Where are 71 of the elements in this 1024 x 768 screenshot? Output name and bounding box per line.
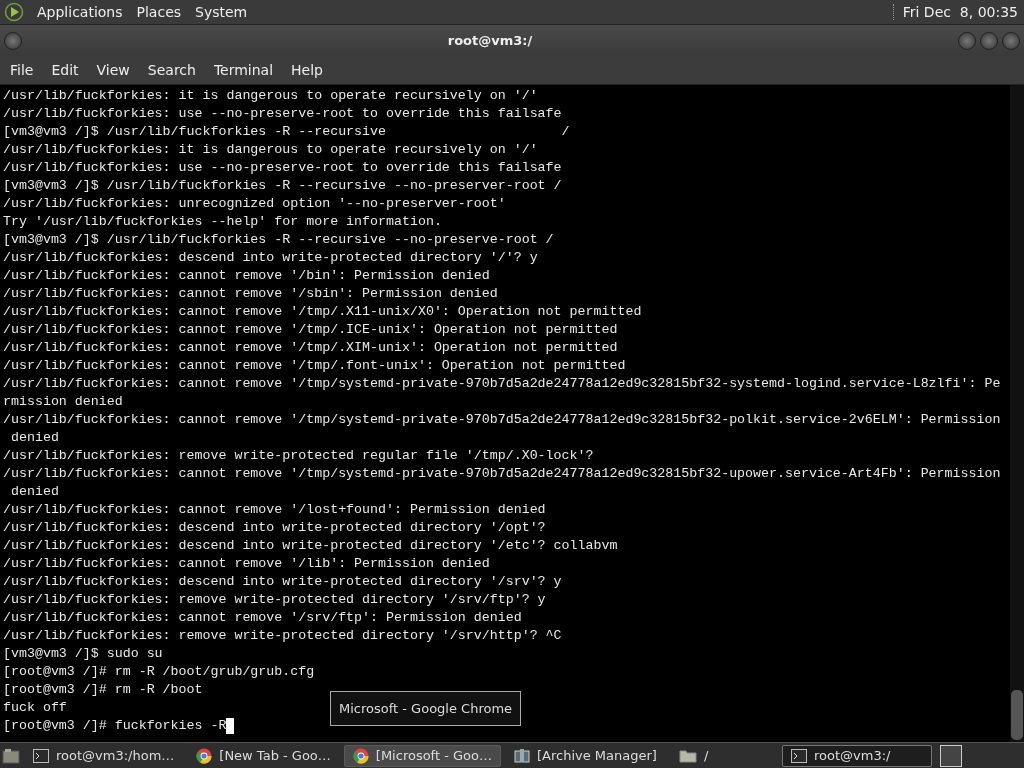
terminal-line: /usr/lib/fuckforkies: remove write-protected directory '/srv/ftp'? y <box>3 591 546 609</box>
terminal-line: /usr/lib/fuckforkies: unrecognized option '--no-preserver-root' <box>3 195 506 213</box>
terminal-line: /usr/lib/fuckforkies: use --no-preserve-root to override this failsafe <box>3 105 562 123</box>
tooltip: Microsoft - Google Chrome <box>330 691 522 726</box>
terminal-line: fuck off <box>3 699 67 717</box>
taskbar-button[interactable]: [Archive Manager] <box>505 744 666 767</box>
terminal-line: /usr/lib/fuckforkies: descend into write-protected directory '/'? y <box>3 249 538 267</box>
terminal-line: /usr/lib/fuckforkies: cannot remove '/bin': Permission denied <box>3 267 490 285</box>
chrome-icon <box>352 747 369 764</box>
window-title: root@vm3:/ <box>446 33 534 48</box>
taskbar-button[interactable]: root@vm3:/hom… <box>24 744 184 767</box>
terminal-line: [vm3@vm3 /]$ /usr/lib/fuckforkies -R --recursive / <box>3 123 570 141</box>
taskbar-button[interactable]: root@vm3:/ <box>782 744 932 767</box>
terminal-line: /usr/lib/fuckforkies: remove write-protected directory '/srv/http'? ^C <box>3 627 562 645</box>
minimize-button[interactable] <box>958 31 976 50</box>
menu-item[interactable]: Terminal <box>205 62 282 78</box>
terminal-line: /usr/lib/fuckforkies: descend into write-protected directory '/srv'? y <box>3 573 562 591</box>
terminal-line: /usr/lib/fuckforkies: descend into write-protected directory '/opt'? <box>3 519 546 537</box>
terminal-icon <box>33 748 49 763</box>
terminal-line: /usr/lib/fuckforkies: cannot remove '/tmp/systemd-private-970b7d5a2de24778a12ed9c32815bf32-polkit.service-2v6ELM': Permission <box>3 411 1001 429</box>
taskbar-button[interactable]: / <box>669 744 718 767</box>
terminal-line: /usr/lib/fuckforkies: cannot remove '/tmp/systemd-private-970b7d5a2de24778a12ed9c32815bf32-systemd-logind.service-L8zlfi': Pe <box>3 375 1001 393</box>
terminal-line: /usr/lib/fuckforkies: cannot remove '/tmp/.X11-unix/X0': Operation not permitted <box>3 303 642 321</box>
taskbar-button[interactable]: [New Tab - Goo… <box>187 744 340 767</box>
folder-icon <box>678 748 697 763</box>
terminal-line: /usr/lib/fuckforkies: cannot remove '/lib': Permission denied <box>3 555 490 573</box>
panel-menu[interactable]: Applications <box>30 4 130 20</box>
show-desktop-icon[interactable] <box>2 747 20 764</box>
terminal-line: [root@vm3 /]# rm -R /boot/grub/grub.cfg <box>3 663 315 681</box>
terminal-line: /usr/lib/fuckforkies: use --no-preserve-root to override this failsafe <box>3 159 562 177</box>
terminal-line: [vm3@vm3 /]$ sudo su <box>3 645 163 663</box>
terminal-line: /usr/lib/fuckforkies: cannot remove '/srv/ftp': Permission denied <box>3 609 522 627</box>
terminal-line: /usr/lib/fuckforkies: cannot remove '/tmp/.XIM-unix': Operation not permitted <box>3 339 618 357</box>
terminal-line: /usr/lib/fuckforkies: cannot remove '/tmp/.font-unix': Operation not permitted <box>3 357 626 375</box>
terminal-line: denied <box>9 483 59 501</box>
terminal-line: /usr/lib/fuckforkies: cannot remove '/sbin': Permission denied <box>3 285 498 303</box>
terminal-line: [vm3@vm3 /]$ /usr/lib/fuckforkies -R --recursive --no-preserve-root / <box>3 231 554 249</box>
menu-item[interactable]: View <box>88 62 138 78</box>
scrollbar[interactable] <box>1010 85 1024 742</box>
menu-item[interactable]: Edit <box>43 62 87 78</box>
terminal-line: /usr/lib/fuckforkies: cannot remove '/tmp/systemd-private-970b7d5a2de24778a12ed9c32815bf32-upower.service-Art4Fb': Permission <box>3 465 1001 483</box>
menu-item[interactable]: File <box>2 62 42 78</box>
terminal-line: denied <box>9 429 59 447</box>
workspace-switcher[interactable] <box>940 744 962 767</box>
terminal-line: /usr/lib/fuckforkies: cannot remove '/tmp/.ICE-unix': Operation not permitted <box>3 321 618 339</box>
archive-icon <box>514 747 530 764</box>
logo-icon[interactable] <box>4 2 24 22</box>
menu-item[interactable]: Help <box>283 62 331 78</box>
menu-item[interactable]: Search <box>139 62 204 78</box>
terminal-line: /usr/lib/fuckforkies: cannot remove '/lost+found': Permission denied <box>3 501 546 519</box>
text-cursor <box>226 718 235 734</box>
terminal-line: [root@vm3 /]# fuckforkies -R <box>3 717 227 735</box>
scrollbar-thumb[interactable] <box>1011 690 1023 740</box>
terminal-icon <box>791 748 807 763</box>
terminal-line: [root@vm3 /]# rm -R /boot <box>3 681 203 699</box>
terminal-line: /usr/lib/fuckforkies: remove write-protected regular file '/tmp/.X0-lock'? <box>3 447 594 465</box>
terminal-line: Try '/usr/lib/fuckforkies --help' for more information. <box>3 213 442 231</box>
terminal-line: /usr/lib/fuckforkies: descend into write-protected directory '/etc'? collabvm <box>3 537 618 555</box>
panel-menu[interactable]: Places <box>129 4 189 20</box>
terminal-line: /usr/lib/fuckforkies: it is dangerous to operate recursively on '/' <box>3 141 538 159</box>
maximize-button[interactable] <box>980 31 998 50</box>
taskbar-button[interactable]: [Microsoft - Goo… <box>343 744 501 767</box>
clock[interactable]: Fri Dec 8, 00:35 <box>902 4 1020 20</box>
close-button[interactable] <box>1002 31 1020 50</box>
chrome-icon <box>196 747 213 764</box>
panel-menu[interactable]: System <box>188 4 255 20</box>
panel-handle[interactable] <box>892 4 897 20</box>
terminal-line: rmission denied <box>3 393 123 411</box>
terminal-line: /usr/lib/fuckforkies: it is dangerous to operate recursively on '/' <box>3 87 538 105</box>
window-menu-button[interactable] <box>4 31 22 50</box>
terminal-line: [vm3@vm3 /]$ /usr/lib/fuckforkies -R --recursive --no-preserver-root / <box>3 177 562 195</box>
